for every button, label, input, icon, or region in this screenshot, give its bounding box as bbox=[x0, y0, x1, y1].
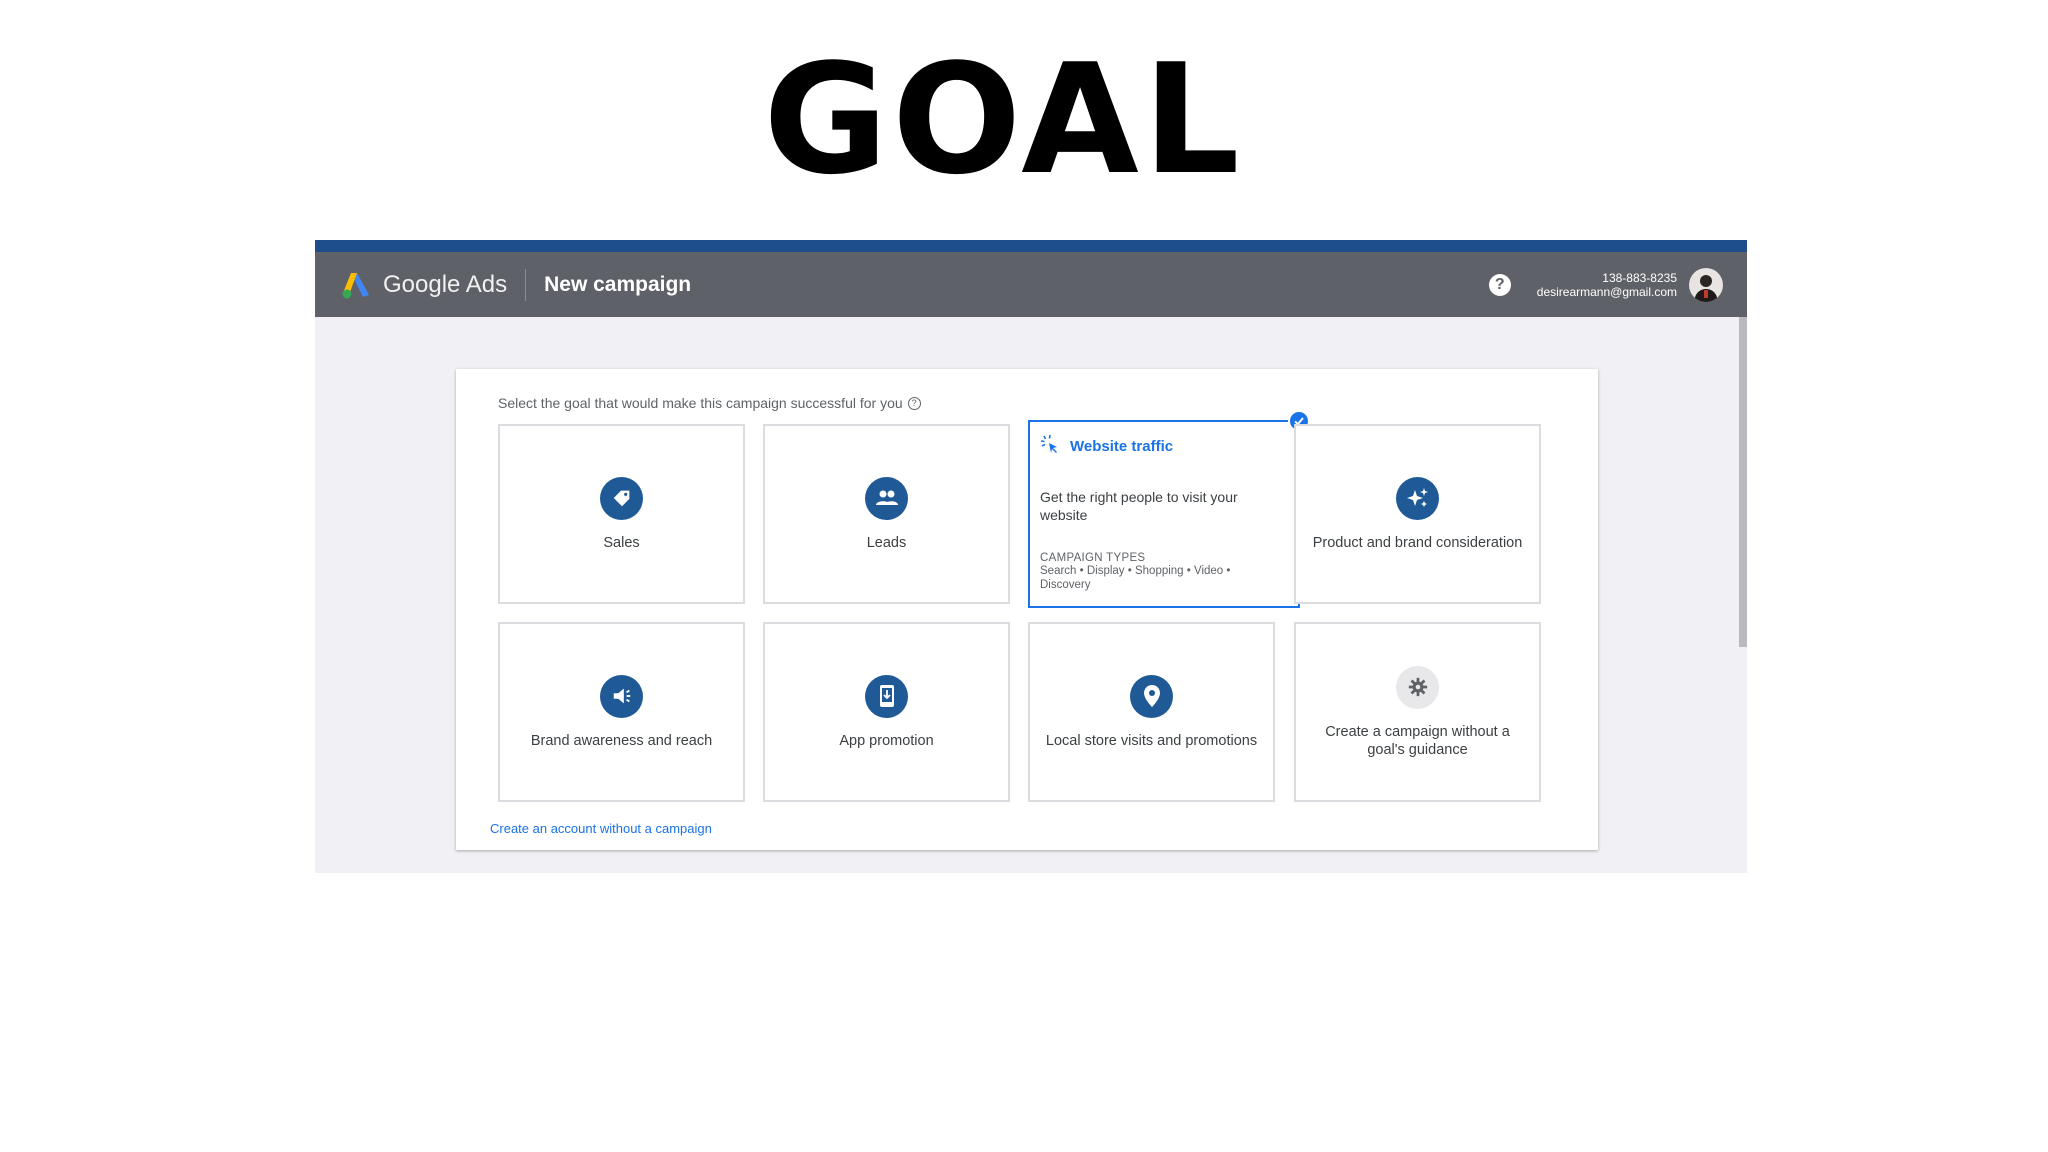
megaphone-icon bbox=[600, 674, 643, 718]
goal-card-app-promotion[interactable]: App promotion bbox=[763, 622, 1010, 802]
browser-top-strip bbox=[315, 240, 1747, 252]
account-id: 138-883-8235 bbox=[1602, 270, 1677, 285]
help-icon[interactable]: ? bbox=[1488, 273, 1511, 296]
goal-selection-panel: Select the goal that would make this cam… bbox=[456, 369, 1598, 850]
goal-card-sales[interactable]: Sales bbox=[498, 424, 745, 604]
page-title: New campaign bbox=[544, 272, 692, 296]
brand-name[interactable]: Google Ads bbox=[383, 271, 507, 299]
campaign-types-list: Search • Display • Shopping • Video • Di… bbox=[1040, 565, 1231, 591]
goal-label: Brand awareness and reach bbox=[530, 732, 713, 749]
avatar[interactable] bbox=[1689, 267, 1723, 302]
google-ads-logo-icon[interactable] bbox=[341, 270, 371, 300]
scrollbar-thumb[interactable] bbox=[1739, 317, 1747, 647]
campaign-types-heading: CAMPAIGN TYPES bbox=[1040, 552, 1146, 564]
goal-prompt-text: Select the goal that would make this cam… bbox=[498, 395, 903, 411]
goal-card-no-goal[interactable]: Create a campaign without a goal's guida… bbox=[1294, 622, 1541, 802]
goal-label: Create a campaign without a goal's guida… bbox=[1325, 723, 1510, 758]
question-circle-icon[interactable]: ? bbox=[907, 396, 921, 410]
header-divider bbox=[525, 268, 527, 301]
goal-label: App promotion bbox=[839, 732, 934, 749]
account-info[interactable]: 138-883-8235 desirearmann@gmail.com bbox=[1537, 271, 1677, 299]
goal-label: Leads bbox=[866, 534, 907, 551]
tag-icon bbox=[600, 476, 643, 520]
account-email: desirearmann@gmail.com bbox=[1536, 284, 1677, 299]
goal-card-website-traffic[interactable]: Website traffic Get the right people to … bbox=[1028, 410, 1310, 608]
sparkle-click-icon bbox=[1040, 434, 1060, 458]
goal-description: Get the right people to visit your websi… bbox=[1040, 489, 1238, 523]
people-icon bbox=[865, 476, 908, 520]
goal-label: Local store visits and promotions bbox=[1045, 732, 1258, 749]
app-header: Google Ads New campaign ? 138-883-8235 d… bbox=[315, 252, 1747, 317]
create-account-without-campaign-link[interactable]: Create an account without a campaign bbox=[490, 821, 712, 836]
goal-prompt: Select the goal that would make this cam… bbox=[498, 395, 921, 411]
goal-card-local-store-visits[interactable]: Local store visits and promotions bbox=[1028, 622, 1275, 802]
sparkles-icon bbox=[1396, 476, 1439, 520]
goal-card-leads[interactable]: Leads bbox=[763, 424, 1010, 604]
goal-label: Website traffic bbox=[1070, 437, 1174, 455]
location-pin-icon bbox=[1130, 674, 1173, 718]
phone-download-icon bbox=[865, 674, 908, 718]
goal-label: Sales bbox=[603, 534, 640, 551]
goal-card-product-brand-consideration[interactable]: Product and brand consideration bbox=[1294, 424, 1541, 604]
screenshot-frame: Google Ads New campaign ? 138-883-8235 d… bbox=[315, 240, 1747, 873]
goal-label: Product and brand consideration bbox=[1312, 534, 1523, 551]
headline: GOAL bbox=[763, 31, 1244, 208]
gear-icon bbox=[1396, 665, 1439, 709]
goal-card-brand-awareness[interactable]: Brand awareness and reach bbox=[498, 622, 745, 802]
